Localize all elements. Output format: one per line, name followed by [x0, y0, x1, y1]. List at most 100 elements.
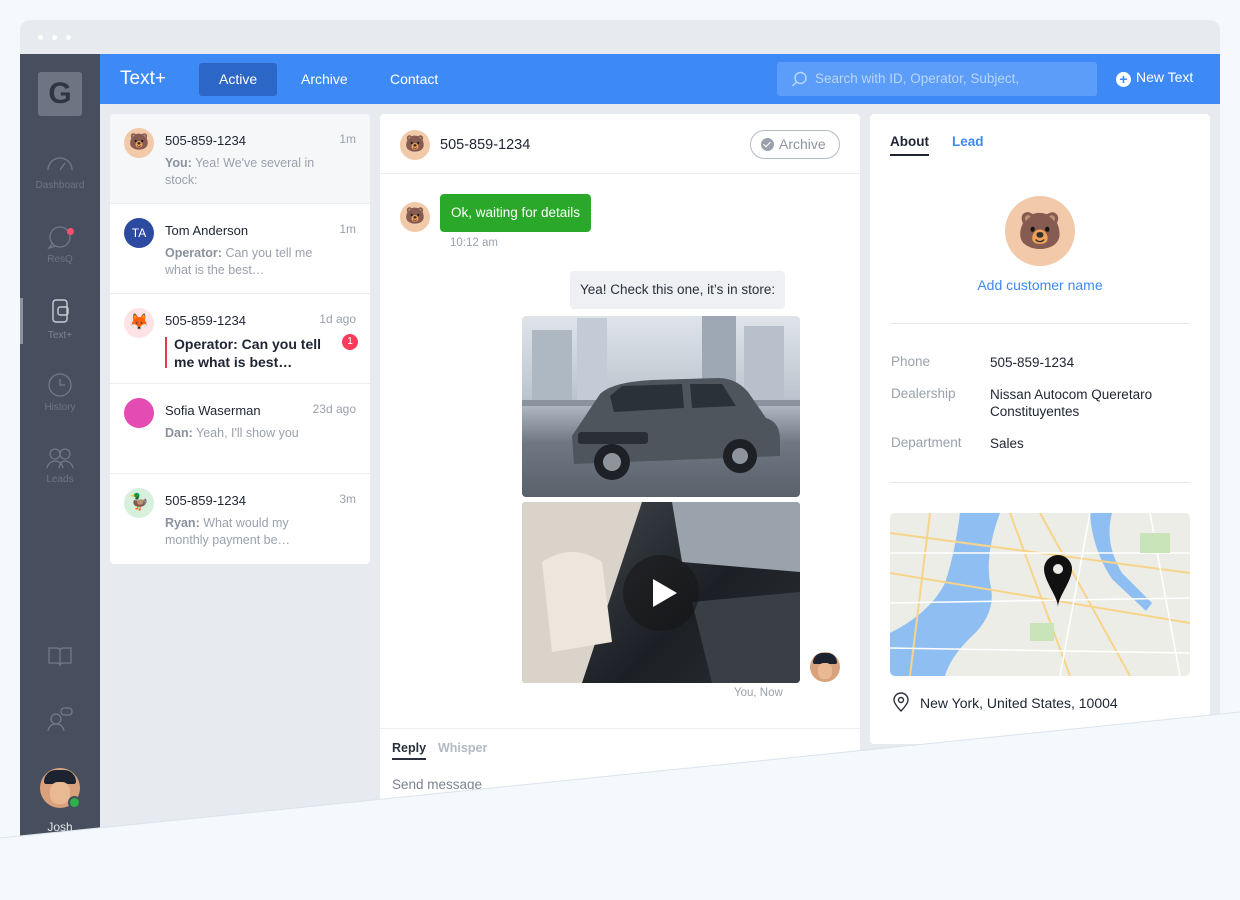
top-bar: Text+ Active Archive Contact Search with… — [100, 54, 1220, 104]
list-item[interactable]: Sofia Waserman 23d ago Dan: Yeah, I'll s… — [110, 384, 370, 474]
window-dot — [66, 35, 71, 40]
chat-panel: 🐻 505-859-1234 Archive 🐻 Ok, waiting for… — [380, 114, 860, 874]
brand-title: Text+ — [120, 68, 166, 89]
user-name: Josh — [47, 820, 73, 834]
tab-contact[interactable]: Contact — [370, 63, 458, 96]
app-body: G Dashboard ResQ Text+ History Leads Jos… — [20, 54, 1220, 900]
initials-avatar: TA — [124, 218, 154, 248]
fox-avatar-icon: 🦊 — [124, 308, 154, 338]
nav-history[interactable]: History — [20, 372, 100, 428]
field-label: Phone — [891, 354, 931, 369]
conversation-name: 505-859-1234 — [165, 313, 246, 328]
location: New York, United States, 10004 — [892, 692, 1118, 712]
incoming-message: Ok, waiting for details — [440, 194, 592, 232]
location-map[interactable] — [890, 513, 1190, 676]
field-label: Dealership — [891, 386, 956, 401]
divider — [890, 482, 1190, 483]
nav-leads[interactable]: Leads — [20, 446, 100, 502]
nav-textplus[interactable]: Text+ — [20, 298, 100, 354]
user-chat-icon — [47, 707, 73, 732]
title-bar — [20, 20, 1220, 54]
phone-chat-icon — [52, 299, 69, 323]
new-text-label: New Text — [1136, 69, 1194, 85]
bear-avatar-icon: 🐻 — [400, 130, 430, 160]
conversation-time: 3m — [339, 492, 356, 506]
nav-support[interactable] — [20, 706, 100, 762]
divider — [890, 323, 1190, 324]
nav-dashboard-label: Dashboard — [35, 180, 85, 191]
tab-active[interactable]: Active — [199, 63, 278, 96]
archive-label: Archive — [779, 136, 826, 152]
conversation-time: 1m — [339, 222, 356, 236]
unread-bar — [165, 337, 167, 368]
message-time: 10:12 am — [450, 237, 498, 249]
tab-lead[interactable]: Lead — [952, 134, 984, 149]
window-dot — [52, 35, 57, 40]
avatar — [124, 398, 154, 428]
avatar — [810, 652, 840, 682]
play-icon[interactable] — [623, 555, 699, 631]
clock-icon — [48, 373, 72, 397]
app-logo[interactable]: G — [38, 72, 82, 116]
contact-info-panel: About Lead 🐻 Add customer name Phone 505… — [870, 114, 1210, 744]
window-dot — [38, 35, 43, 40]
video-thumbnail[interactable] — [522, 502, 800, 683]
preview-sender: Dan: — [165, 426, 193, 440]
list-item[interactable]: 🐻 505-859-1234 1m You: Yea! We've severa… — [110, 114, 370, 204]
location-text: New York, United States, 10004 — [920, 695, 1118, 711]
bear-avatar-icon: 🐻 — [1005, 196, 1075, 266]
field-value: 505-859-1234 — [990, 355, 1075, 370]
nav-leads-label: Leads — [46, 474, 74, 485]
check-icon — [761, 138, 774, 151]
conversation-preview: You: Yea! We've several in stock: — [165, 155, 335, 189]
list-item[interactable]: TA Tom Anderson 1m Operator: Can you tel… — [110, 204, 370, 294]
chat-contact: 505-859-1234 — [440, 137, 531, 153]
nav-history-label: History — [44, 402, 76, 413]
online-status-icon — [68, 796, 81, 809]
app-window: G Dashboard ResQ Text+ History Leads Jos… — [20, 20, 1220, 900]
map-illustration — [890, 513, 1190, 676]
nav-resq[interactable]: ResQ — [20, 224, 100, 280]
plus-icon: + — [1116, 72, 1131, 87]
nav-resq-label: ResQ — [47, 254, 73, 265]
conversation-name: 505-859-1234 — [165, 133, 246, 148]
bear-avatar-icon: 🐻 — [124, 128, 154, 158]
conversation-list: 🐻 505-859-1234 1m You: Yea! We've severa… — [110, 114, 370, 564]
conversation-time: 1m — [339, 132, 356, 146]
gauge-icon — [47, 157, 73, 171]
tab-whisper[interactable]: Whisper — [438, 741, 487, 755]
conversation-preview: Operator: Can you tell me what is best… — [174, 336, 322, 370]
unread-badge: 1 — [342, 334, 358, 350]
notification-dot — [67, 228, 74, 235]
nav-docs[interactable] — [20, 644, 100, 700]
conversation-name: Tom Anderson — [165, 223, 249, 238]
location-pin-icon — [893, 692, 909, 712]
conversation-preview: Operator: Can you tell me what is the be… — [165, 245, 335, 279]
tab-archive[interactable]: Archive — [281, 63, 368, 96]
list-item[interactable]: 🦆 505-859-1234 3m Ryan: What would my mo… — [110, 474, 370, 564]
archive-button[interactable]: Archive — [750, 130, 840, 159]
field-value: Sales — [990, 436, 1024, 451]
car-photo[interactable] — [522, 316, 800, 497]
message-input[interactable]: Send message — [392, 777, 482, 792]
nav-dashboard[interactable]: Dashboard — [20, 150, 100, 206]
new-text-button[interactable]: + New Text — [1116, 69, 1193, 87]
tab-about[interactable]: About — [890, 134, 929, 156]
search-icon — [791, 71, 807, 87]
add-customer-name-link[interactable]: Add customer name — [870, 277, 1210, 293]
preview-sender: Operator: — [165, 246, 222, 260]
tab-reply[interactable]: Reply — [392, 741, 427, 760]
people-icon — [46, 448, 74, 469]
book-icon — [48, 647, 72, 667]
list-item[interactable]: 🦊 505-859-1234 1d ago Operator: Can you … — [110, 294, 370, 384]
conversation-preview: Ryan: What would my monthly payment be… — [165, 515, 335, 549]
car-illustration — [522, 316, 800, 480]
preview-sender: You: — [165, 156, 192, 170]
field-value: Nissan Autocom Queretaro Constituyentes — [990, 387, 1153, 419]
conversation-name: 505-859-1234 — [165, 493, 246, 508]
conversation-time: 23d ago — [312, 402, 356, 416]
conversation-preview: Dan: Yeah, I'll show you — [165, 425, 335, 442]
preview-sender: Ryan: — [165, 516, 200, 530]
search-input[interactable]: Search with ID, Operator, Subject, — [777, 62, 1097, 96]
nav-rail: G Dashboard ResQ Text+ History Leads Jos… — [20, 54, 100, 900]
